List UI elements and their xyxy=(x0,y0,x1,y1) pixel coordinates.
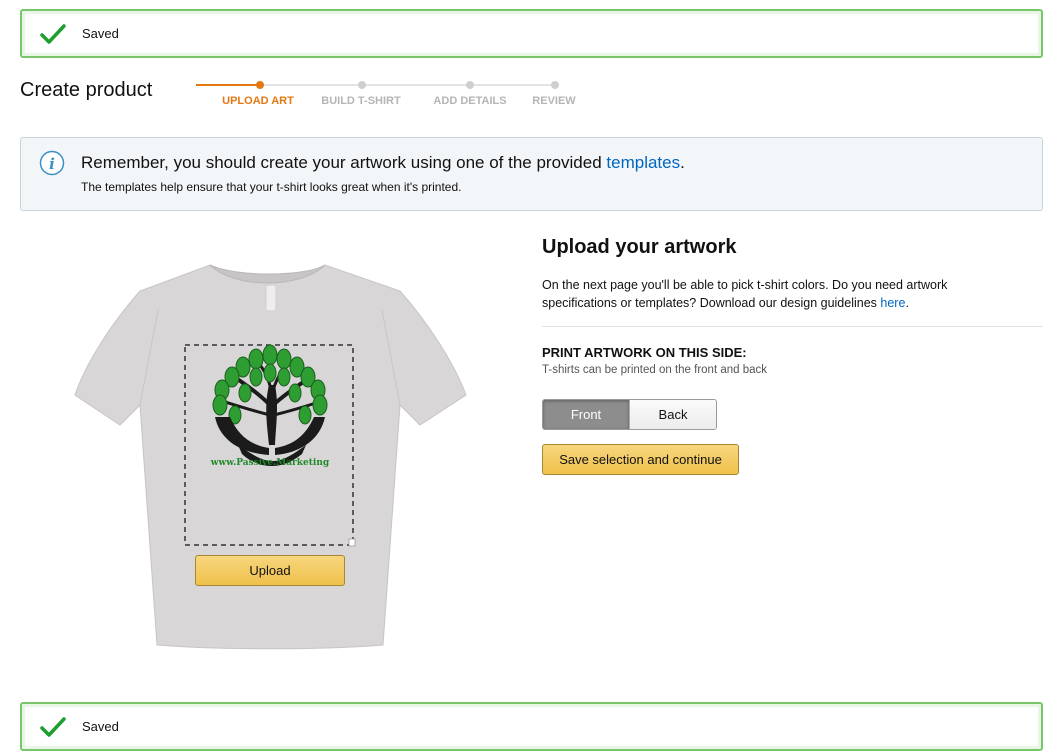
front-button[interactable]: Front xyxy=(543,400,629,429)
back-button[interactable]: Back xyxy=(629,400,716,429)
checkmark-icon xyxy=(40,716,76,738)
info-main-prefix: Remember, you should create your artwork… xyxy=(81,153,607,172)
stepper-track-line xyxy=(260,84,555,86)
panel-divider xyxy=(542,326,1043,327)
info-sub-text: The templates help ensure that your t-sh… xyxy=(81,180,462,194)
templates-link[interactable]: templates xyxy=(606,153,680,172)
saved-text: Saved xyxy=(82,26,119,41)
stepper-progress-line xyxy=(196,84,260,86)
step-review[interactable]: REVIEW xyxy=(532,95,575,107)
info-alert: i Remember, you should create your artwo… xyxy=(20,137,1043,211)
upload-button[interactable]: Upload xyxy=(195,555,345,586)
svg-text:i: i xyxy=(49,155,55,173)
step-build-tshirt[interactable]: BUILD T-SHIRT xyxy=(321,95,400,107)
saved-text: Saved xyxy=(82,719,119,734)
panel-heading: Upload your artwork xyxy=(542,236,737,258)
tshirt-preview: www.Passive.Marketing xyxy=(70,255,470,650)
guidelines-link[interactable]: here xyxy=(880,296,905,310)
step-upload-art[interactable]: UPLOAD ART xyxy=(222,95,294,107)
step-dot-add-details xyxy=(466,81,474,89)
resize-handle xyxy=(348,538,356,547)
tshirt-body xyxy=(74,264,467,650)
panel-description: On the next page you'll be able to pick … xyxy=(542,276,982,312)
page-title: Create product xyxy=(20,79,153,101)
info-main-text: Remember, you should create your artwork… xyxy=(81,153,685,173)
info-main-suffix: . xyxy=(680,153,685,172)
tshirt-tag xyxy=(265,284,277,312)
checkmark-icon xyxy=(40,23,76,45)
saved-banner-bottom: Saved xyxy=(20,702,1043,751)
save-continue-button[interactable]: Save selection and continue xyxy=(542,444,739,475)
upload-panel: Upload your artwork On the next page you… xyxy=(542,232,1043,376)
print-side-title: PRINT ARTWORK ON THIS SIDE: xyxy=(542,345,747,360)
info-icon: i xyxy=(39,150,65,181)
step-dot-build-tshirt xyxy=(358,81,366,89)
step-dot-upload-art xyxy=(256,81,264,89)
step-dot-review xyxy=(551,81,559,89)
artwork-caption: www.Passive.Marketing xyxy=(210,458,330,468)
step-add-details[interactable]: ADD DETAILS xyxy=(433,95,506,107)
progress-stepper: UPLOAD ART BUILD T-SHIRT ADD DETAILS REV… xyxy=(196,80,596,112)
saved-banner-top: Saved xyxy=(20,9,1043,58)
desc-suffix: . xyxy=(905,296,909,310)
print-side-subtitle: T-shirts can be printed on the front and… xyxy=(542,364,768,376)
print-side-toggle: Front Back xyxy=(542,399,717,430)
